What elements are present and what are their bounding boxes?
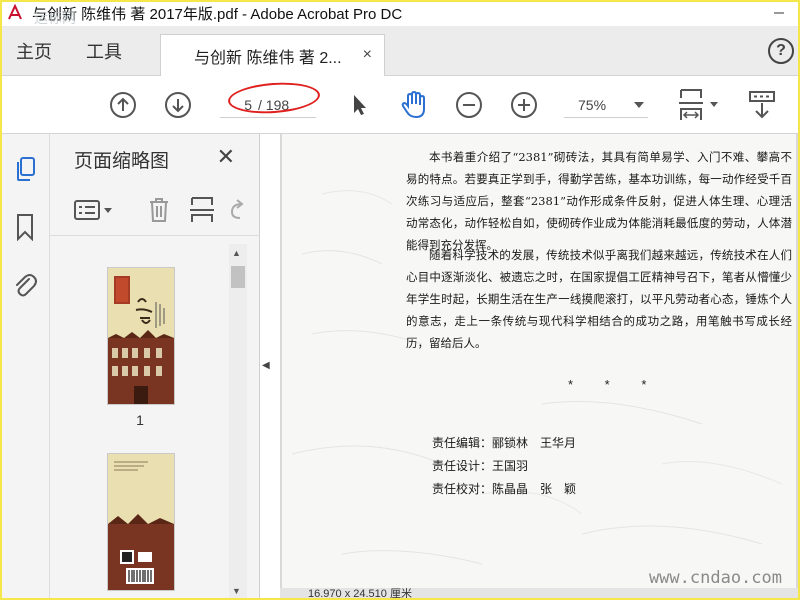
collapse-panel-icon[interactable]: ◀ <box>262 360 270 371</box>
back-cover-thumbnail-image <box>108 454 174 590</box>
credit-line: 责任设计：王国羽 <box>432 459 529 473</box>
credit-line: 责任校对：陈晶晶 张 颖 <box>432 482 577 496</box>
next-page-button[interactable] <box>163 90 193 120</box>
window-title: 与创新 陈维伟 著 2017年版.pdf - Adobe Acrobat Pro… <box>32 5 403 23</box>
acrobat-logo-icon <box>0 0 30 26</box>
title-bar: 与创新 陈维伟 著 2017年版.pdf - Adobe Acrobat Pro… <box>0 0 800 26</box>
section-separator: * * * <box>568 377 661 392</box>
panel-title: 页面缩略图 <box>74 151 170 172</box>
page-thumbnail[interactable] <box>108 268 174 404</box>
trash-icon <box>150 198 168 222</box>
left-rail <box>0 134 50 600</box>
close-tab-icon[interactable]: × <box>363 47 372 63</box>
panel-toolbar <box>50 184 260 236</box>
document-tab[interactable]: 与创新 陈维伟 著 2... × <box>160 34 385 76</box>
read-mode-button[interactable] <box>744 88 780 122</box>
arrow-up-circle-icon <box>110 92 136 118</box>
document-paragraph: 本书着重介绍了“2381”砌砖法，其具有简单易学、入门不难、攀高不易的特点。若要… <box>406 150 792 252</box>
select-tool-button[interactable] <box>346 90 374 120</box>
scroll-down-icon[interactable]: ▼ <box>232 586 241 596</box>
watermark-bottom: www.cndao.com <box>648 568 782 588</box>
toolbar: / 198 75% <box>0 76 800 134</box>
page-thumbnail[interactable] <box>108 454 174 590</box>
home-tab[interactable]: 主页 <box>16 26 52 76</box>
zoom-value: 75% <box>578 96 607 113</box>
hand-tool-button[interactable] <box>398 89 430 121</box>
cursor-arrow-icon <box>354 95 366 115</box>
thumbnail-options-button[interactable] <box>72 196 116 224</box>
rotate-page-button[interactable] <box>226 196 246 224</box>
previous-page-button[interactable] <box>108 90 138 120</box>
cover-thumbnail-image <box>108 268 174 404</box>
attachment-icon[interactable] <box>12 270 38 300</box>
fit-width-icon <box>679 89 718 120</box>
document-page: 本书着重介绍了“2381”砌砖法，其具有简单易学、入门不难、攀高不易的特点。若要… <box>282 134 796 590</box>
thumbnail-label: 1 <box>136 412 144 428</box>
zoom-select[interactable]: 75% <box>564 92 648 118</box>
watermark-top: 运标网 <box>34 10 76 26</box>
zoom-out-button[interactable] <box>454 90 484 120</box>
minimize-button[interactable] <box>758 0 800 26</box>
hand-icon <box>401 90 425 119</box>
fit-page-button[interactable] <box>676 88 722 122</box>
help-button[interactable]: ? <box>768 38 794 64</box>
scroll-up-icon[interactable]: ▲ <box>232 248 241 258</box>
options-menu-icon <box>74 200 112 220</box>
thumbnail-scrollbar[interactable]: ▲ ▼ <box>229 244 247 600</box>
page-size-status: 16.970 x 24.510 厘米 <box>280 588 800 600</box>
arrow-down-circle-icon <box>165 92 191 118</box>
page-thumbnails-icon[interactable] <box>12 154 38 184</box>
page-split-icon <box>190 197 214 222</box>
document-paragraph: 随着科学技术的发展，传统技术似乎离我们越来越远，传统技术在人们心目中逐渐淡化、被… <box>406 248 792 350</box>
document-tab-label: 与创新 陈维伟 著 2... <box>194 49 342 67</box>
document-viewer[interactable]: 本书着重介绍了“2381”砌砖法，其具有简单易学、入门不难、攀高不易的特点。若要… <box>280 134 800 600</box>
zoom-in-button[interactable] <box>509 90 539 120</box>
plus-circle-icon <box>511 92 537 118</box>
delete-page-button[interactable] <box>146 196 172 224</box>
caret-down-icon <box>634 101 644 108</box>
bookmark-icon[interactable] <box>12 212 38 242</box>
insert-page-button[interactable] <box>188 196 216 224</box>
thumbnail-panel: 页面缩略图 ✕ 1 ▲ ▼ <box>50 134 260 600</box>
minus-circle-icon <box>456 92 482 118</box>
tools-tab[interactable]: 工具 <box>86 26 122 76</box>
thumbnail-list: 1 <box>50 244 230 600</box>
panel-close-icon[interactable]: ✕ <box>217 144 235 170</box>
scroll-thumb[interactable] <box>231 266 245 288</box>
credit-line: 责任编辑：郦锁林 王华月 <box>432 436 577 450</box>
scroll-mode-icon <box>749 91 775 119</box>
rotate-icon <box>230 199 244 219</box>
tab-bar: 主页 工具 与创新 陈维伟 著 2... × ? <box>0 26 800 76</box>
